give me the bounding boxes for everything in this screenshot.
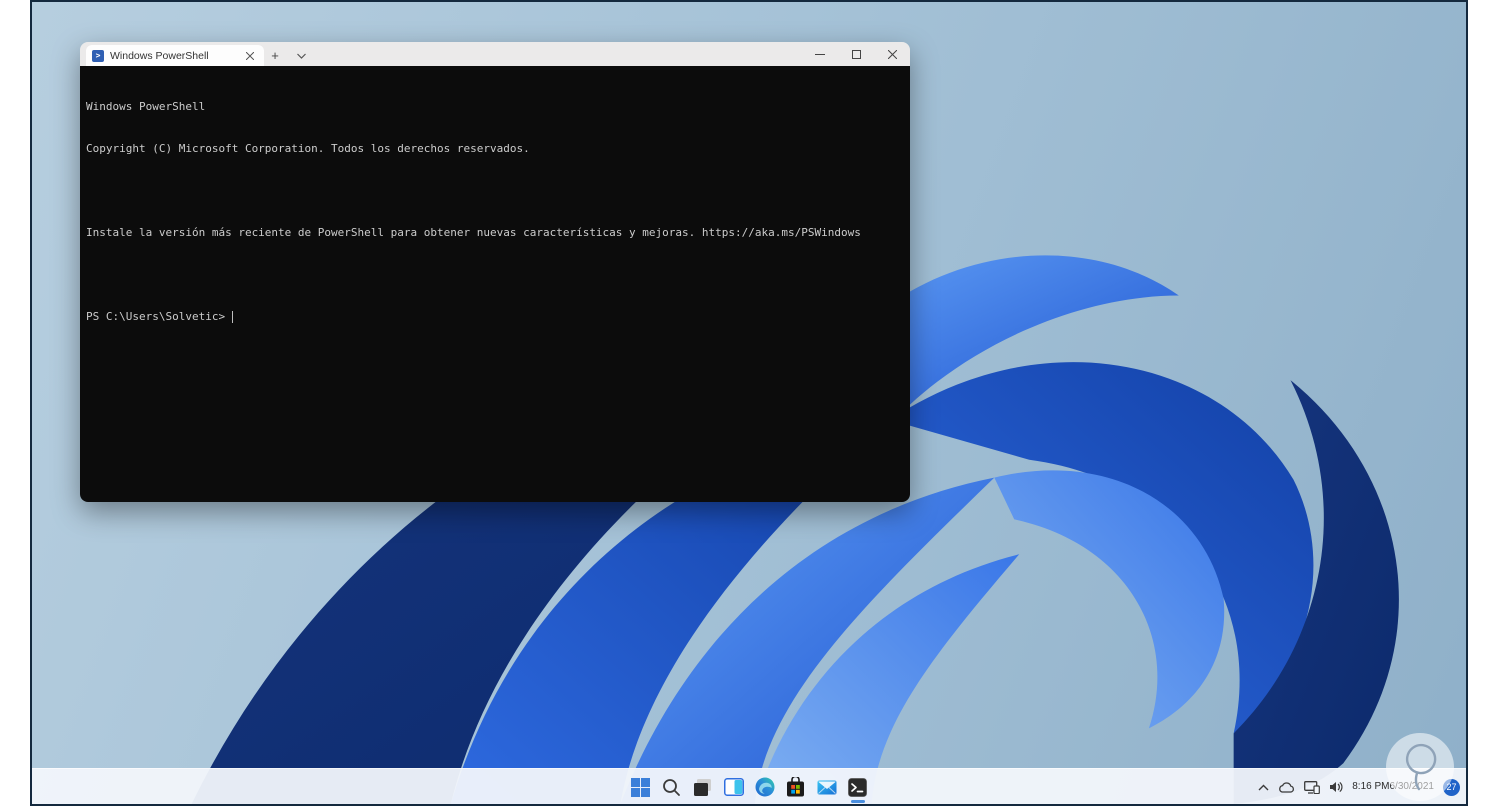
powershell-icon: > — [92, 49, 104, 62]
terminal-icon — [848, 777, 867, 797]
widgets-button[interactable] — [718, 771, 749, 803]
volume-button[interactable] — [1329, 781, 1343, 793]
maximize-icon — [851, 49, 861, 59]
new-tab-button[interactable]: + — [264, 45, 286, 66]
desktop-screen: > Windows PowerShell + Windows PowerShel… — [30, 0, 1468, 806]
terminal-prompt-line[interactable]: PS C:\Users\Solvetic> — [86, 310, 906, 324]
microsoft-store-button[interactable] — [780, 771, 811, 803]
terminal-tab[interactable]: > Windows PowerShell — [86, 45, 264, 66]
chevron-up-icon — [1258, 784, 1269, 790]
network-icon — [1304, 780, 1321, 794]
watermark-logo — [1386, 733, 1454, 801]
magnifier-watermark-icon — [1405, 743, 1437, 791]
search-icon — [663, 778, 680, 796]
onedrive-button[interactable] — [1278, 781, 1295, 793]
close-icon — [887, 49, 897, 59]
terminal-prompt: PS C:\Users\Solvetic> — [86, 310, 226, 323]
start-icon — [631, 777, 650, 797]
terminal-output[interactable]: Windows PowerShell Copyright (C) Microso… — [80, 66, 910, 502]
tab-close-icon[interactable] — [242, 48, 258, 64]
terminal-taskbar-button[interactable] — [842, 771, 873, 803]
taskbar-app-icons — [625, 769, 873, 804]
active-app-indicator — [850, 800, 865, 803]
network-button[interactable] — [1304, 780, 1321, 794]
terminal-cursor — [232, 311, 234, 323]
mail-button[interactable] — [811, 771, 842, 803]
terminal-window: > Windows PowerShell + Windows PowerShel… — [80, 42, 910, 502]
tab-title: Windows PowerShell — [110, 49, 209, 62]
search-button[interactable] — [656, 771, 687, 803]
window-controls — [802, 42, 910, 66]
tab-dropdown-button[interactable] — [290, 45, 312, 66]
terminal-titlebar[interactable]: > Windows PowerShell + — [80, 42, 910, 66]
widgets-icon — [723, 778, 744, 796]
mail-icon — [817, 780, 836, 794]
minimize-button[interactable] — [802, 42, 838, 66]
edge-button[interactable] — [749, 771, 780, 803]
terminal-line: Copyright (C) Microsoft Corporation. Tod… — [86, 142, 530, 155]
terminal-line: Windows PowerShell — [86, 100, 206, 113]
start-button[interactable] — [625, 771, 656, 803]
close-button[interactable] — [874, 42, 910, 66]
terminal-line: Instale la versión más reciente de Power… — [86, 226, 861, 239]
task-view-button[interactable] — [687, 771, 718, 803]
maximize-button[interactable] — [838, 42, 874, 66]
volume-icon — [1330, 781, 1343, 793]
tray-time: 8:16 PM — [1352, 781, 1390, 792]
taskbar: 8:16 PM 6/30/2021 27 — [32, 768, 1466, 804]
tray-chevron-up-button[interactable] — [1258, 784, 1269, 791]
task-view-icon — [694, 778, 711, 796]
onedrive-cloud-icon — [1279, 781, 1295, 793]
microsoft-store-icon — [787, 777, 804, 797]
minimize-icon — [815, 53, 825, 55]
edge-icon — [755, 777, 774, 797]
